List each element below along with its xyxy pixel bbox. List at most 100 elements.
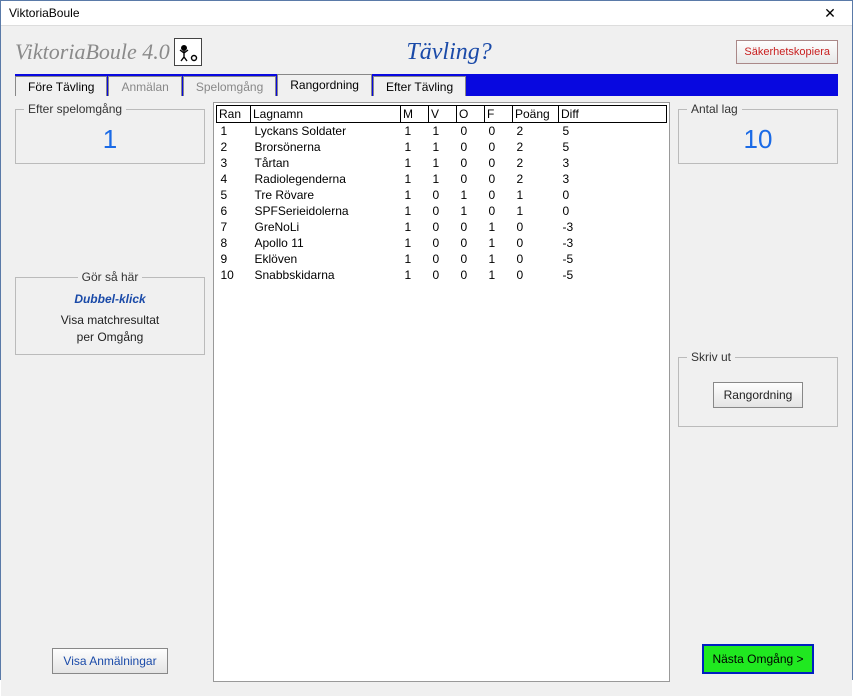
standings-panel: Ran Lagnamn M V O F Poäng Diff 1Lyckans …	[213, 102, 670, 682]
cell-f: 0	[485, 155, 513, 171]
cell-f: 0	[485, 203, 513, 219]
cell-d: -3	[559, 235, 667, 251]
cell-p: 2	[513, 139, 559, 155]
cell-m: 1	[401, 251, 429, 267]
tab-spelomgang[interactable]: Spelomgång	[183, 76, 276, 96]
cell-d: -3	[559, 219, 667, 235]
cell-d: 0	[559, 203, 667, 219]
cell-f: 0	[485, 171, 513, 187]
instructions-groupbox: Gör så här Dubbel-klick Visa matchresult…	[15, 270, 205, 355]
table-row[interactable]: 8Apollo 1110010-3	[217, 235, 667, 251]
print-ranking-button[interactable]: Rangordning	[713, 382, 804, 408]
cell-o: 0	[457, 123, 485, 140]
cell-rank: 4	[217, 171, 251, 187]
instructions-title: Dubbel-klick	[24, 292, 196, 306]
left-column: Efter spelomgång 1 Gör så här Dubbel-kli…	[15, 102, 205, 682]
cell-v: 0	[429, 235, 457, 251]
tab-efter-tavling[interactable]: Efter Tävling	[373, 76, 466, 96]
table-row[interactable]: 10Snabbskidarna10010-5	[217, 267, 667, 283]
app-name: ViktoriaBoule 4.0	[15, 39, 170, 65]
cell-f: 1	[485, 219, 513, 235]
cell-team: Tårtan	[251, 155, 401, 171]
cell-m: 1	[401, 219, 429, 235]
cell-o: 1	[457, 203, 485, 219]
table-row[interactable]: 7GreNoLi10010-3	[217, 219, 667, 235]
tab-rangordning[interactable]: Rangordning	[277, 74, 372, 96]
col-v[interactable]: V	[429, 106, 457, 123]
cell-team: SPFSerieidolerna	[251, 203, 401, 219]
tab-anmalan[interactable]: Anmälan	[108, 76, 181, 96]
cell-v: 0	[429, 267, 457, 283]
cell-team: Tre Rövare	[251, 187, 401, 203]
cell-p: 2	[513, 155, 559, 171]
cell-v: 1	[429, 171, 457, 187]
cell-team: Snabbskidarna	[251, 267, 401, 283]
backup-button[interactable]: Säkerhetskopiera	[736, 40, 838, 64]
cell-d: -5	[559, 267, 667, 283]
cell-p: 0	[513, 219, 559, 235]
cell-o: 0	[457, 235, 485, 251]
body-main: Efter spelomgång 1 Gör så här Dubbel-kli…	[15, 102, 838, 682]
cell-f: 0	[485, 187, 513, 203]
cell-v: 0	[429, 219, 457, 235]
header-row: ViktoriaBoule 4.0 Tävling? Säkerhetskopi…	[15, 30, 838, 74]
team-count-value: 10	[687, 124, 829, 155]
cell-rank: 5	[217, 187, 251, 203]
cell-rank: 3	[217, 155, 251, 171]
col-rank[interactable]: Ran	[217, 106, 251, 123]
cell-rank: 8	[217, 235, 251, 251]
tab-fore-tavling[interactable]: Före Tävling	[15, 76, 107, 96]
col-team[interactable]: Lagnamn	[251, 106, 401, 123]
cell-f: 1	[485, 251, 513, 267]
cell-o: 0	[457, 155, 485, 171]
next-round-button[interactable]: Nästa Omgång >	[702, 644, 813, 674]
cell-v: 1	[429, 139, 457, 155]
cell-d: -5	[559, 251, 667, 267]
table-row[interactable]: 1Lyckans Soldater110025	[217, 123, 667, 140]
cell-m: 1	[401, 123, 429, 140]
cell-rank: 6	[217, 203, 251, 219]
col-o[interactable]: O	[457, 106, 485, 123]
round-value: 1	[24, 124, 196, 155]
round-legend: Efter spelomgång	[24, 102, 126, 116]
cell-m: 1	[401, 155, 429, 171]
app-window: ViktoriaBoule ✕ ViktoriaBoule 4.0 Tävlin…	[0, 0, 853, 680]
cell-m: 1	[401, 139, 429, 155]
cell-d: 3	[559, 155, 667, 171]
standings-table[interactable]: Ran Lagnamn M V O F Poäng Diff 1Lyckans …	[216, 105, 667, 283]
table-row[interactable]: 2Brorsönerna110025	[217, 139, 667, 155]
cell-team: Apollo 11	[251, 235, 401, 251]
cell-p: 2	[513, 171, 559, 187]
cell-o: 0	[457, 139, 485, 155]
cell-p: 0	[513, 235, 559, 251]
team-count-legend: Antal lag	[687, 102, 742, 116]
col-m[interactable]: M	[401, 106, 429, 123]
cell-o: 0	[457, 219, 485, 235]
team-count-groupbox: Antal lag 10	[678, 102, 838, 164]
cell-m: 1	[401, 187, 429, 203]
cell-v: 1	[429, 155, 457, 171]
table-row[interactable]: 5Tre Rövare101010	[217, 187, 667, 203]
cell-v: 1	[429, 123, 457, 140]
cell-f: 0	[485, 139, 513, 155]
table-row[interactable]: 4Radiolegenderna110023	[217, 171, 667, 187]
cell-p: 2	[513, 123, 559, 140]
tab-bar: Före Tävling Anmälan Spelomgång Rangordn…	[15, 74, 838, 96]
show-registrations-button[interactable]: Visa Anmälningar	[52, 648, 167, 674]
cell-d: 0	[559, 187, 667, 203]
col-diff[interactable]: Diff	[559, 106, 667, 123]
col-f[interactable]: F	[485, 106, 513, 123]
cell-o: 0	[457, 251, 485, 267]
close-icon[interactable]: ✕	[810, 1, 850, 25]
cell-rank: 1	[217, 123, 251, 140]
print-legend: Skriv ut	[687, 350, 735, 364]
round-groupbox: Efter spelomgång 1	[15, 102, 205, 164]
cell-d: 5	[559, 139, 667, 155]
col-points[interactable]: Poäng	[513, 106, 559, 123]
table-row[interactable]: 3Tårtan110023	[217, 155, 667, 171]
right-column: Antal lag 10 Skriv ut Rangordning Nästa …	[678, 102, 838, 682]
table-row[interactable]: 9Eklöven10010-5	[217, 251, 667, 267]
cell-rank: 7	[217, 219, 251, 235]
cell-v: 0	[429, 203, 457, 219]
table-row[interactable]: 6SPFSerieidolerna101010	[217, 203, 667, 219]
